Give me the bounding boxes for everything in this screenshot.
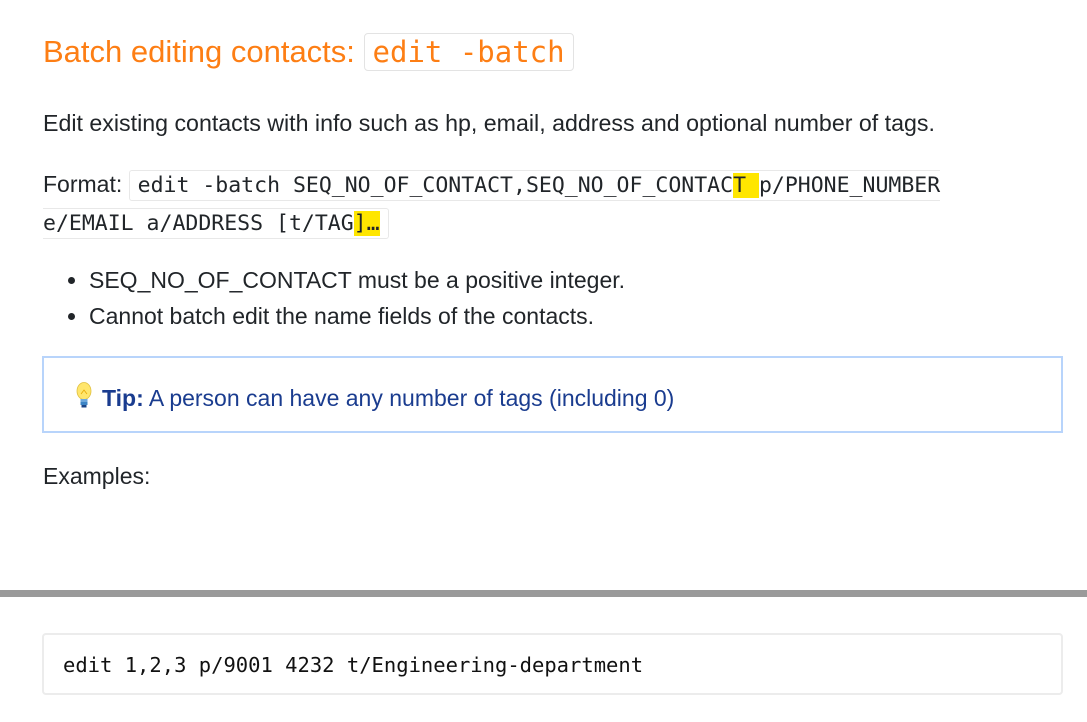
list-item: SEQ_NO_OF_CONTACT must be a positive int…: [89, 262, 625, 298]
tip-text: A person can have any number of tags (in…: [143, 385, 675, 411]
list-item: Cannot batch edit the name fields of the…: [89, 298, 625, 334]
lightbulb-icon: [76, 382, 92, 416]
format-line: Format: edit -batch SEQ_NO_OF_CONTACT,SE…: [43, 166, 1003, 242]
highlight: T: [733, 173, 759, 198]
format-label: Format:: [43, 171, 129, 197]
heading-code: edit -batch: [363, 33, 574, 71]
divider: [0, 590, 1087, 597]
example-code: edit 1,2,3 p/9001 4232 t/Engineering-dep…: [63, 653, 644, 677]
section-heading: Batch editing contacts: edit -batch: [43, 33, 574, 71]
example-code-block: edit 1,2,3 p/9001 4232 t/Engineering-dep…: [42, 633, 1063, 695]
format-code-part: edit -batch SEQ_NO_OF_CONTACT,SEQ_NO_OF_…: [137, 173, 734, 198]
constraints-list: SEQ_NO_OF_CONTACT must be a positive int…: [43, 262, 625, 334]
description: Edit existing contacts with info such as…: [43, 110, 935, 136]
examples-label: Examples:: [43, 463, 151, 489]
format-code: edit -batch SEQ_NO_OF_CONTACT,SEQ_NO_OF_…: [43, 170, 941, 239]
heading-text: Batch editing contacts:: [43, 34, 364, 69]
highlight: ]…: [353, 211, 380, 236]
tip-box: Tip: A person can have any number of tag…: [42, 356, 1063, 433]
tip-label: Tip:: [102, 385, 144, 411]
